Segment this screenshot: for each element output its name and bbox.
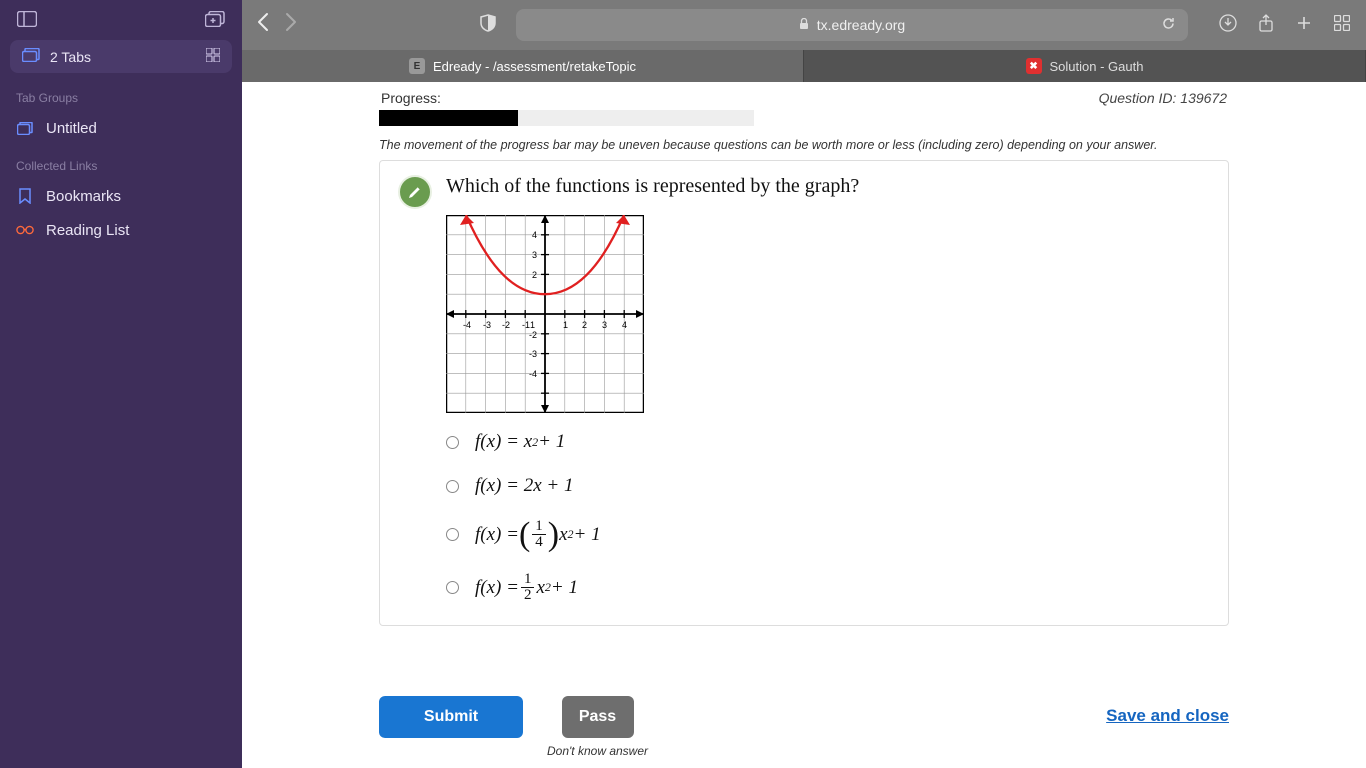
favicon-gauth: ✖	[1026, 58, 1042, 74]
sidebar-item-label: Untitled	[46, 120, 97, 137]
svg-text:2: 2	[582, 320, 587, 330]
sidebar-item-bookmarks[interactable]: Bookmarks	[0, 179, 242, 213]
tabs-icon	[22, 48, 40, 65]
svg-text:-1: -1	[522, 320, 530, 330]
svg-text:2: 2	[532, 270, 537, 280]
url-text: tx.edready.org	[817, 17, 905, 33]
submit-button[interactable]: Submit	[379, 696, 523, 738]
glasses-icon	[16, 221, 34, 239]
bookmark-icon	[16, 187, 34, 205]
tab-overview-icon[interactable]	[1332, 15, 1352, 36]
radio-icon[interactable]	[446, 436, 459, 449]
tab-group-icon	[16, 119, 34, 137]
option-d[interactable]: f(x) = 12 x2 + 1	[446, 572, 1210, 603]
option-c[interactable]: f(x) = ( 14 ) x2 + 1	[446, 519, 1210, 550]
svg-text:-3: -3	[483, 320, 491, 330]
forward-button[interactable]	[284, 12, 298, 38]
favicon-edready: E	[409, 58, 425, 74]
pass-button[interactable]: Pass	[562, 696, 634, 738]
option-a[interactable]: f(x) = x2 + 1	[446, 431, 1210, 453]
reload-button[interactable]	[1161, 16, 1176, 34]
downloads-icon[interactable]	[1218, 14, 1238, 37]
svg-text:4: 4	[532, 230, 537, 240]
svg-text:3: 3	[532, 250, 537, 260]
question-id: Question ID: 139672	[1099, 90, 1227, 106]
save-and-close-link[interactable]: Save and close	[1106, 696, 1229, 726]
new-tab-group-icon[interactable]	[204, 10, 226, 28]
privacy-shield-icon[interactable]	[480, 14, 496, 37]
lock-icon	[799, 17, 809, 33]
svg-text:-2: -2	[502, 320, 510, 330]
browser-tab-edready[interactable]: E Edready - /assessment/retakeTopic	[242, 50, 804, 82]
share-icon[interactable]	[1256, 14, 1276, 37]
progress-note: The movement of the progress bar may be …	[379, 138, 1229, 152]
footer-buttons: Submit Pass Don't know answer Save and c…	[379, 696, 1229, 760]
graph: -4-3-2-1 1 1234 432 -2-3-4	[446, 215, 1210, 413]
sidebar-item-label: Reading List	[46, 222, 129, 239]
question-box: Which of the functions is represented by…	[379, 160, 1229, 626]
sidebar-item-reading-list[interactable]: Reading List	[0, 213, 242, 247]
radio-icon[interactable]	[446, 528, 459, 541]
svg-text:3: 3	[602, 320, 607, 330]
browser-tabs: E Edready - /assessment/retakeTopic ✖ So…	[242, 50, 1366, 82]
page-content: Progress: Question ID: 139672 The moveme…	[242, 82, 1366, 768]
svg-text:-3: -3	[529, 349, 537, 359]
main-panel: tx.edready.org E Edready - /assessment/r…	[242, 0, 1366, 768]
tabs-count-label: 2 Tabs	[50, 49, 91, 65]
svg-text:1: 1	[530, 320, 535, 330]
safari-sidebar: 2 Tabs Tab Groups Untitled Collected Lin…	[0, 0, 242, 768]
tab-label: Edready - /assessment/retakeTopic	[433, 59, 636, 74]
progress-bar	[379, 110, 754, 126]
svg-text:-4: -4	[529, 369, 537, 379]
back-button[interactable]	[256, 12, 270, 38]
option-b[interactable]: f(x) = 2x + 1	[446, 475, 1210, 497]
tab-label: Solution - Gauth	[1050, 59, 1144, 74]
radio-icon[interactable]	[446, 480, 459, 493]
new-tab-icon[interactable]	[1294, 15, 1314, 36]
svg-text:-4: -4	[463, 320, 471, 330]
svg-text:-2: -2	[529, 330, 537, 340]
svg-text:4: 4	[622, 320, 627, 330]
sidebar-item-untitled[interactable]: Untitled	[0, 111, 242, 145]
url-bar[interactable]: tx.edready.org	[516, 9, 1188, 41]
sidebar-toggle-icon[interactable]	[16, 10, 38, 28]
tab-groups-label: Tab Groups	[0, 77, 242, 111]
radio-icon[interactable]	[446, 581, 459, 594]
progress-fill	[379, 110, 518, 126]
browser-tab-gauth[interactable]: ✖ Solution - Gauth	[804, 50, 1366, 82]
svg-text:1: 1	[563, 320, 568, 330]
tabs-count-row[interactable]: 2 Tabs	[10, 40, 232, 73]
pencil-icon	[398, 175, 432, 209]
answer-options: f(x) = x2 + 1 f(x) = 2x + 1 f(x) = ( 14 …	[446, 431, 1210, 603]
collected-links-label: Collected Links	[0, 145, 242, 179]
progress-label: Progress:	[381, 90, 441, 106]
browser-toolbar: tx.edready.org	[242, 0, 1366, 50]
sidebar-item-label: Bookmarks	[46, 188, 121, 205]
dont-know-label: Don't know answer	[547, 744, 648, 760]
question-text: Which of the functions is represented by…	[446, 175, 859, 198]
grid-icon[interactable]	[206, 48, 220, 65]
